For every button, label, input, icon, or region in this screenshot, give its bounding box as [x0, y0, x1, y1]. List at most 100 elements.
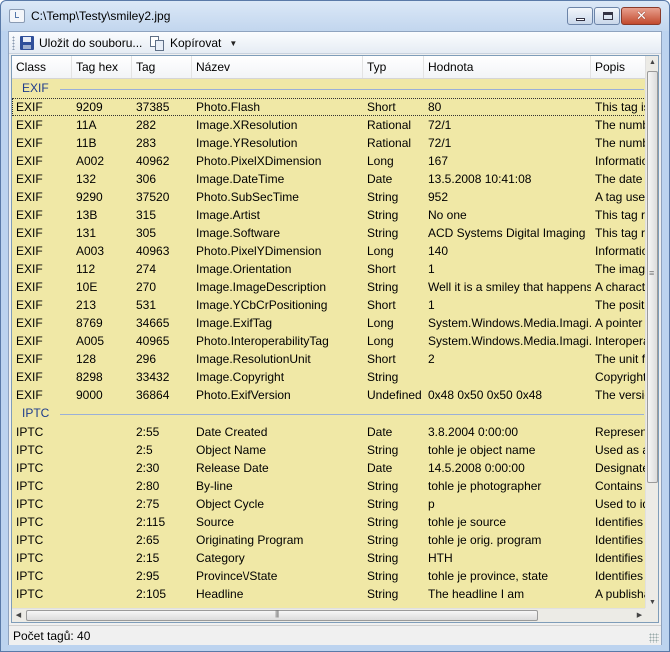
cell-class: EXIF: [16, 352, 43, 366]
cell-class: IPTC: [16, 443, 44, 457]
cell-tag-hex: 10E: [76, 280, 98, 294]
table-row[interactable]: IPTC 2:15 Category String HTH Identifies t: [12, 549, 646, 567]
window-title: C:\Temp\Testy\smiley2.jpg: [31, 9, 171, 23]
table-row[interactable]: EXIF A003 40963 Photo.PixelYDimension Long 14…: [12, 242, 646, 260]
minimize-button[interactable]: [567, 7, 593, 25]
column-header-value[interactable]: Hodnota: [424, 56, 591, 78]
cell-type: Long: [367, 316, 394, 330]
table-row[interactable]: IPTC 2:105 Headline String The headline I am…: [12, 585, 646, 603]
table-row[interactable]: EXIF 132 306 Image.DateTime Date 13.5.2008 10…: [12, 170, 646, 188]
horizontal-scrollbar[interactable]: ◀ ▶: [12, 608, 646, 622]
vertical-scroll-thumb[interactable]: [647, 71, 658, 483]
column-header-name[interactable]: Název: [192, 56, 363, 78]
table-row[interactable]: EXIF 11A 282 Image.XResolution Rational 72/1 T…: [12, 116, 646, 134]
table-row[interactable]: EXIF 213 531 Image.YCbCrPositioning Short 1 Th…: [12, 296, 646, 314]
cell-value: p: [428, 497, 435, 511]
table-row[interactable]: IPTC 2:95 Province\/State String tohle je pr…: [12, 567, 646, 585]
toolbar-grip-icon[interactable]: [12, 36, 15, 50]
cell-description: This tag is: [595, 100, 646, 114]
cell-value: 167: [428, 154, 449, 168]
cell-value: tohle je province, state: [428, 569, 549, 583]
cell-class: EXIF: [16, 280, 43, 294]
table-row[interactable]: EXIF 13B 315 Image.Artist String No one This t…: [12, 206, 646, 224]
save-to-file-button[interactable]: Uložit do souboru...: [20, 34, 142, 52]
table-row[interactable]: EXIF 10E 270 Image.ImageDescription String We…: [12, 278, 646, 296]
cell-type: Date: [367, 425, 393, 439]
column-header-type[interactable]: Typ: [363, 56, 424, 78]
table-row[interactable]: IPTC 2:30 Release Date Date 14.5.2008 0:00:0…: [12, 459, 646, 477]
table-row[interactable]: IPTC 2:55 Date Created Date 3.8.2004 0:00:00…: [12, 423, 646, 441]
cell-description: The image: [595, 262, 646, 276]
table-row[interactable]: EXIF 112 274 Image.Orientation Short 1 The ima…: [12, 260, 646, 278]
table-row[interactable]: EXIF 11B 283 Image.YResolution Rational 72/1 T…: [12, 134, 646, 152]
cell-tag-hex: 9209: [76, 100, 103, 114]
cell-tag: 305: [136, 226, 157, 240]
table-row[interactable]: EXIF 8298 33432 Image.Copyright String Copyri…: [12, 368, 646, 386]
cell-name: Originating Program: [196, 533, 304, 547]
app-icon: [9, 9, 25, 23]
cell-description: A tag used: [595, 190, 646, 204]
column-header-tag-hex[interactable]: Tag hex: [72, 56, 132, 78]
table-row[interactable]: IPTC 2:65 Originating Program String tohle j…: [12, 531, 646, 549]
copy-dropdown-button[interactable]: Kopírovat ▼: [150, 34, 237, 52]
title-bar[interactable]: C:\Temp\Testy\smiley2.jpg ✕: [1, 1, 669, 31]
cell-value: 72/1: [428, 136, 452, 150]
cell-value: The headline I am: [428, 587, 525, 601]
cell-name: Image.ExifTag: [196, 316, 273, 330]
cell-description: The versio: [595, 388, 646, 402]
column-header-class[interactable]: Class: [12, 56, 72, 78]
cell-tag: 2:105: [136, 587, 167, 601]
table-row[interactable]: IPTC 2:5 Object Name String tohle je object …: [12, 441, 646, 459]
cell-value: 80: [428, 100, 442, 114]
cell-description: Used to ide: [595, 497, 646, 511]
cell-name: Image.DateTime: [196, 172, 285, 186]
cell-tag-hex: [72, 531, 132, 549]
cell-name: Category: [196, 551, 245, 565]
horizontal-scroll-thumb[interactable]: [26, 609, 538, 621]
resize-grip-icon[interactable]: [649, 633, 659, 643]
close-button[interactable]: ✕: [621, 7, 661, 25]
table-row[interactable]: EXIF 9209 37385 Photo.Flash Short 80 This tag …: [12, 98, 646, 116]
cell-value: 2: [428, 352, 435, 366]
cell-class: IPTC: [16, 587, 44, 601]
table-row[interactable]: IPTC 2:75 Object Cycle String p Used to ide: [12, 495, 646, 513]
table-row[interactable]: EXIF 8769 34665 Image.ExifTag Long System.Win…: [12, 314, 646, 332]
cell-class: EXIF: [16, 298, 43, 312]
cell-type: Rational: [367, 136, 412, 150]
cell-description: Contains n: [595, 479, 646, 493]
column-header-description[interactable]: Popis: [591, 56, 651, 78]
cell-name: Image.ImageDescription: [196, 280, 327, 294]
group-header-label: EXIF: [22, 81, 49, 95]
cell-value: 3.8.2004 0:00:00: [428, 425, 519, 439]
group-header-1[interactable]: IPTC: [12, 404, 646, 423]
minimize-icon: [576, 18, 585, 21]
column-header-tag[interactable]: Tag: [132, 56, 192, 78]
table-row[interactable]: EXIF 128 296 Image.ResolutionUnit Short 2 The …: [12, 350, 646, 368]
table-row[interactable]: EXIF A002 40962 Photo.PixelXDimension Long 16…: [12, 152, 646, 170]
tag-grid: Class Tag hex Tag Název Typ Hodnota Popi…: [11, 55, 659, 623]
table-row[interactable]: EXIF 131 305 Image.Software String ACD System…: [12, 224, 646, 242]
cell-name: Headline: [196, 587, 244, 601]
table-row[interactable]: EXIF 9000 36864 Photo.ExifVersion Undefined 0…: [12, 386, 646, 404]
chevron-down-icon[interactable]: ▼: [229, 39, 237, 48]
cell-class: EXIF: [16, 226, 43, 240]
cell-tag: 2:75: [136, 497, 160, 511]
maximize-button[interactable]: [594, 7, 620, 25]
scroll-left-icon[interactable]: ◀: [12, 609, 25, 622]
table-row[interactable]: IPTC 2:80 By-line String tohle je photograph…: [12, 477, 646, 495]
cell-tag-hex: 13B: [76, 208, 98, 222]
cell-value: HTH: [428, 551, 453, 565]
cell-class: IPTC: [16, 569, 44, 583]
group-header-0[interactable]: EXIF: [12, 79, 646, 98]
scroll-up-icon[interactable]: ▲: [646, 56, 658, 69]
table-row[interactable]: IPTC 2:115 Source String tohle je source Iden…: [12, 513, 646, 531]
table-row[interactable]: EXIF A005 40965 Photo.InteroperabilityTag Lo…: [12, 332, 646, 350]
cell-description: Information: [595, 154, 646, 168]
vertical-scrollbar[interactable]: ▲ ▼: [645, 56, 658, 609]
cell-tag-hex: 128: [76, 352, 97, 366]
cell-class: IPTC: [16, 461, 44, 475]
table-row[interactable]: EXIF 9290 37520 Photo.SubSecTime String 952 A …: [12, 188, 646, 206]
cell-tag: 315: [136, 208, 157, 222]
cell-description: A publishal: [595, 587, 646, 601]
cell-tag: 2:30: [136, 461, 160, 475]
